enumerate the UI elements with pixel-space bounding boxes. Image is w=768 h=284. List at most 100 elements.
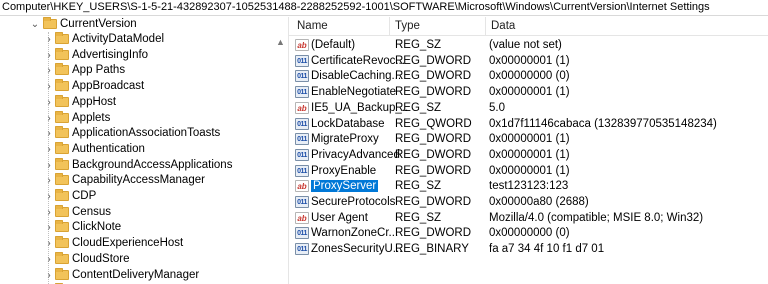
tree-item[interactable]: › AdvertisingInfo [0, 47, 270, 63]
folder-icon [55, 236, 69, 249]
value-name-text: ProxyServer [311, 180, 379, 193]
table-row[interactable]: 011 MigrateProxy REG_DWORD 0x00000001 (1) [289, 132, 768, 147]
value-type: REG_DWORD [395, 196, 472, 208]
chevron-right-icon[interactable]: › [44, 111, 54, 126]
binary-value-icon: 011 [295, 148, 309, 161]
string-value-icon: ab [295, 101, 309, 114]
table-row[interactable]: 011 CertificateRevoc... REG_DWORD 0x0000000… [289, 54, 768, 69]
binary-value-icon: 011 [295, 227, 309, 240]
tree-item[interactable]: › ApplicationAssociationToasts [0, 126, 270, 141]
chevron-right-icon[interactable]: › [44, 48, 54, 63]
chevron-right-icon[interactable]: › [44, 268, 54, 283]
chevron-down-icon[interactable]: ⌄ [30, 17, 40, 32]
chevron-right-icon[interactable]: › [44, 126, 54, 141]
table-row[interactable]: ab ProxyServer REG_SZ test123123:123 [289, 179, 768, 194]
value-name-text: EnableNegotiate [311, 86, 397, 99]
list-header: Name Type Data [289, 17, 768, 36]
address-bar[interactable]: Computer\HKEY_USERS\S-1-5-21-432892307-1… [0, 0, 768, 16]
tree-item[interactable]: › Applets [0, 110, 270, 126]
value-type: REG_SZ [395, 39, 442, 51]
tree-item[interactable]: › AppHost [0, 94, 270, 110]
folder-icon [55, 251, 69, 264]
values-list[interactable]: Name Type Data ab (Default) REG_SZ (value n… [289, 17, 768, 284]
tree-item[interactable]: › BackgroundAccessApplications [0, 157, 270, 173]
binary-value-icon: 011 [295, 133, 309, 146]
table-row[interactable]: 011 EnableNegotiate REG_DWORD 0x00000001 (1… [289, 85, 768, 100]
chevron-right-icon[interactable]: › [44, 142, 54, 157]
tree-item[interactable]: › CapabilityAccessManager [0, 173, 270, 188]
value-name-text: ProxyEnable [311, 164, 377, 177]
column-divider[interactable] [389, 17, 390, 35]
folder-icon [55, 110, 69, 123]
table-row[interactable]: 011 SecureProtocols REG_DWORD 0x00000a80 (2… [289, 195, 768, 210]
value-data: 0x00000001 (1) [489, 133, 570, 146]
value-type: REG_SZ [395, 101, 442, 114]
tree-item-currentversion[interactable]: ⌄ CurrentVersion [0, 17, 288, 32]
tree-item[interactable]: › ActivityDataModel [0, 32, 270, 47]
binary-value-icon: 011 [295, 196, 309, 208]
value-name-text: WarnonZoneCr... [311, 227, 399, 240]
table-row[interactable]: ab User Agent REG_SZ Mozilla/4.0 (compatibl… [289, 211, 768, 226]
tree-item-label: CurrentVersion [60, 18, 137, 30]
binary-value-icon: 011 [295, 70, 309, 83]
chevron-right-icon[interactable]: › [44, 158, 54, 173]
table-row[interactable]: 011 WarnonZoneCr... REG_DWORD 0x00000000 (0… [289, 226, 768, 241]
value-type: REG_DWORD [395, 133, 472, 146]
tree-item-label: BackgroundAccessApplications [72, 158, 233, 171]
table-row[interactable]: 011 DisableCaching... REG_DWORD 0x00000000 … [289, 69, 768, 84]
value-data: Mozilla/4.0 (compatible; MSIE 8.0; Win32… [489, 211, 704, 224]
chevron-right-icon[interactable]: › [44, 252, 54, 267]
value-data: 0x00000001 (1) [489, 148, 570, 161]
tree-item[interactable]: › Authentication [0, 141, 270, 157]
tree-item[interactable]: › ContentDeliveryManager [0, 267, 270, 283]
table-row[interactable]: 011 ProxyEnable REG_DWORD 0x00000001 (1) [289, 164, 768, 179]
tree-item-label: ContentDeliveryManager [72, 268, 200, 281]
tree-item-label: AppHost [72, 95, 117, 108]
chevron-right-icon[interactable]: › [44, 205, 54, 220]
table-row[interactable]: ab (Default) REG_SZ (value not set) [289, 38, 768, 53]
value-type: REG_DWORD [395, 54, 472, 67]
tree-item-label: Census [72, 205, 111, 218]
table-row[interactable]: 011 PrivacyAdvanced REG_DWORD 0x00000001 (1… [289, 148, 768, 163]
value-data: 5.0 [489, 101, 505, 114]
chevron-right-icon[interactable]: › [44, 32, 54, 47]
value-type: REG_QWORD [395, 117, 472, 130]
chevron-right-icon[interactable]: › [44, 95, 54, 110]
column-divider[interactable] [485, 17, 486, 35]
tree-item[interactable]: › ClickNote [0, 220, 270, 235]
table-row[interactable]: 011 LockDatabase REG_QWORD 0x1d7f11146cabac… [289, 117, 768, 132]
value-type: REG_DWORD [395, 227, 472, 240]
column-header-name[interactable]: Name [297, 17, 328, 35]
registry-tree[interactable]: ⌄ CurrentVersion ▲ › ActivityDataModel › Ad… [0, 17, 288, 284]
tree-item-label: CloudStore [72, 252, 130, 265]
folder-icon [55, 94, 69, 107]
tree-item[interactable]: › AppBroadcast [0, 79, 270, 94]
table-row[interactable]: ab IE5_UA_Backup_... REG_SZ 5.0 [289, 101, 768, 116]
value-data: fa a7 34 4f 10 f1 d7 01 [489, 243, 605, 256]
tree-item[interactable]: › Census [0, 204, 270, 220]
binary-value-icon: 011 [295, 164, 309, 177]
binary-value-icon: 011 [295, 86, 309, 99]
tree-item[interactable]: › CDP [0, 189, 270, 204]
tree-item[interactable]: › CloudStore [0, 251, 270, 267]
chevron-right-icon[interactable]: › [44, 220, 54, 235]
folder-icon [55, 267, 69, 280]
folder-icon [55, 173, 69, 186]
tree-item-label: ClickNote [72, 221, 122, 234]
column-header-type[interactable]: Type [395, 17, 420, 35]
chevron-right-icon[interactable]: › [44, 79, 54, 94]
folder-icon [55, 79, 69, 92]
tree-item[interactable]: › CloudExperienceHost [0, 236, 270, 251]
chevron-right-icon[interactable]: › [44, 189, 54, 204]
folder-icon [55, 32, 69, 44]
tree-item[interactable]: › App Paths [0, 63, 270, 78]
value-type: REG_DWORD [395, 70, 472, 83]
table-row[interactable]: 011 ZonesSecurityU... REG_BINARY fa a7 34 4… [289, 242, 768, 257]
chevron-right-icon[interactable]: › [44, 236, 54, 251]
value-data: 0x00000000 (0) [489, 70, 570, 83]
tree-item-label: CloudExperienceHost [72, 237, 184, 250]
chevron-right-icon[interactable]: › [44, 63, 54, 78]
column-header-data[interactable]: Data [491, 17, 515, 35]
scroll-up-arrow-icon[interactable]: ▲ [276, 37, 285, 47]
chevron-right-icon[interactable]: › [44, 173, 54, 188]
